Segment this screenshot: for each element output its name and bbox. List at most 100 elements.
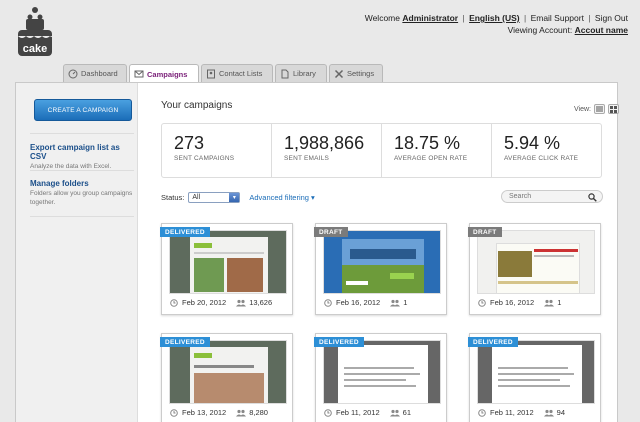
status-badge: DELIVERED [314,337,364,347]
campaign-card[interactable]: DELIVERED Feb 11, 2012 94 [468,333,601,422]
recipient-count: 13,626 [236,298,272,307]
main-panel: CREATE A CAMPAIGN Export campaign list a… [15,82,619,422]
tab-label: Contact Lists [219,69,263,78]
list-view-button[interactable] [594,104,605,114]
status-badge: DRAFT [314,227,348,237]
users-icon [236,409,247,416]
recipient-count: 1 [390,298,407,307]
campaign-card[interactable]: DELIVERED Feb 13, 2012 8,280 [160,333,293,422]
recipient-count-value: 13,626 [249,298,273,307]
recipient-count: 1 [544,298,561,307]
campaign-date: Feb 16, 2012 [490,298,535,307]
tab-contact-lists[interactable]: Contact Lists [201,64,273,82]
separator: | [523,13,527,23]
users-icon [390,299,401,306]
campaign-thumbnail[interactable] [477,340,595,404]
sidebar: CREATE A CAMPAIGN Export campaign list a… [16,83,138,422]
chevron-down-icon: ▾ [229,192,240,202]
clock-icon [170,408,178,417]
tab-dashboard[interactable]: Dashboard [63,64,127,82]
recipient-count-value: 61 [402,408,411,417]
logo-text: cake [23,43,47,55]
stat-click-rate: 5.94 % AVERAGE CLICK RATE [492,124,601,177]
folders-section: Manage folders Folders allow you group c… [30,179,134,207]
sign-out-link[interactable]: Sign Out [595,13,628,23]
viewing-account-label: Viewing Account: [507,25,573,35]
clock-icon [324,408,332,417]
cake-logo[interactable]: cake [15,6,55,60]
campaign-meta: Feb 11, 2012 94 [478,408,596,417]
grid-view-button[interactable] [608,104,619,114]
recipient-count-value: 1 [557,298,562,307]
stats-panel: 273 SENT CAMPAIGNS 1,988,866 SENT EMAILS… [161,123,602,178]
recipient-count: 61 [389,408,411,417]
create-campaign-button[interactable]: CREATE A CAMPAIGN [34,99,132,121]
stat-sent-emails: 1,988,866 SENT EMAILS [272,124,382,177]
folders-description: Folders allow you group campaigns togeth… [30,190,133,206]
tab-label: Dashboard [81,69,118,78]
campaign-thumbnail[interactable] [323,230,441,294]
tab-library[interactable]: Library [275,64,327,82]
campaign-thumbnail[interactable] [323,340,441,404]
search-icon[interactable] [588,193,597,202]
campaign-date: Feb 11, 2012 [336,408,380,417]
advanced-filtering-link[interactable]: Advanced filtering ▾ [249,193,314,202]
language-link[interactable]: English (US) [469,13,520,23]
status-select[interactable]: All ▾ [188,191,241,203]
campaign-date: Feb 11, 2012 [490,408,534,417]
grid-icon [610,105,617,113]
export-section: Export campaign list as CSV Analyze the … [30,143,134,172]
divider [30,133,134,134]
users-icon [389,409,400,416]
recipient-count: 94 [543,408,565,417]
status-label: Status: [161,192,185,202]
stat-label: AVERAGE CLICK RATE [504,155,579,162]
stat-label: SENT EMAILS [284,155,330,162]
page-title: Your campaigns [161,100,233,111]
list-icon [596,106,603,112]
clock-icon [478,298,486,307]
separator: | [462,13,465,23]
campaign-date: Feb 16, 2012 [336,298,381,307]
recipient-count-value: 1 [403,298,408,307]
email-support-link[interactable]: Email Support [531,13,584,23]
campaigns-content: Your campaigns View: 273 SENT CAMPAIGNS … [160,83,619,422]
recipient-count-value: 94 [556,408,565,417]
campaign-thumbnail[interactable] [477,230,595,294]
manage-folders-link[interactable]: Manage folders [30,179,134,188]
stat-value: 273 [174,133,205,153]
campaign-meta: Feb 13, 2012 8,280 [170,408,288,417]
divider [30,170,134,171]
status-badge: DELIVERED [160,337,210,347]
stat-value: 18.75 % [394,133,461,153]
tab-label: Campaigns [147,69,188,79]
campaign-card[interactable]: DRAFT Feb 16, 2012 1 [314,223,447,315]
status-badge: DELIVERED [160,227,210,237]
status-badge: DRAFT [468,227,502,237]
tab-label: Library [293,69,316,78]
campaign-date: Feb 13, 2012 [182,408,227,417]
search-input[interactable]: Search [501,190,603,203]
envelope-icon [134,70,144,78]
campaign-thumbnail[interactable] [169,230,287,294]
account-info: Welcome Administrator | English (US) | E… [365,12,628,36]
recipient-count: 8,280 [236,408,268,417]
stat-label: SENT CAMPAIGNS [174,155,235,162]
campaign-card[interactable]: DRAFT Feb 16, 2012 1 [468,223,601,315]
view-toggle: View: [574,104,619,114]
divider [30,216,134,217]
clock-icon [324,298,332,307]
account-name-link[interactable]: Accout name [575,25,628,35]
campaign-meta: Feb 11, 2012 61 [324,408,442,417]
user-link[interactable]: Administrator [402,13,458,23]
campaign-card[interactable]: DELIVERED Feb 11, 2012 61 [314,333,447,422]
export-csv-link[interactable]: Export campaign list as CSV [30,143,134,161]
separator: | [588,13,591,23]
tools-icon [334,69,344,78]
campaign-card[interactable]: DELIVERED Feb 20, 2012 13,626 [160,223,293,315]
campaign-thumbnail[interactable] [169,340,287,404]
top-bar: cake Welcome Administrator | English (US… [0,0,640,62]
tab-settings[interactable]: Settings [329,64,383,82]
tab-campaigns[interactable]: Campaigns [129,64,199,83]
search-placeholder: Search [509,193,532,200]
